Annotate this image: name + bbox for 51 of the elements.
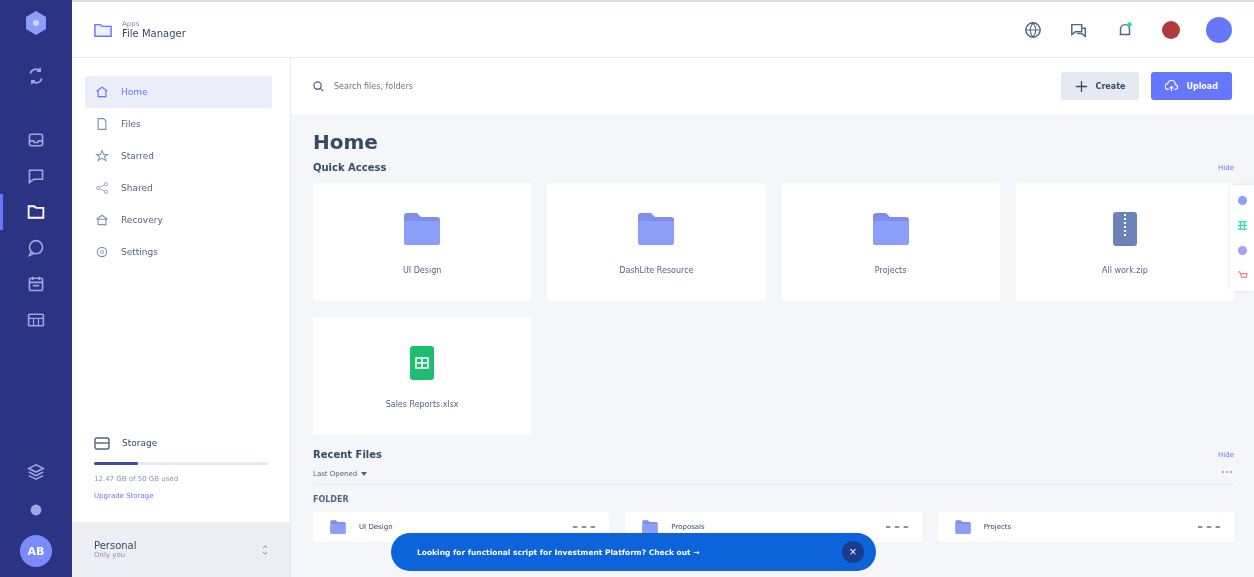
search-icon	[313, 80, 324, 92]
create-button[interactable]: Create	[1060, 72, 1140, 100]
sidebar-item[interactable]: Shared	[85, 172, 272, 204]
user-avatar[interactable]	[1206, 16, 1232, 43]
search-field[interactable]: Search files, folders	[332, 80, 536, 92]
close-button[interactable]: ×	[842, 541, 864, 563]
plus-icon	[1074, 79, 1088, 93]
file-name: UI Design	[402, 265, 442, 275]
caret-icon[interactable]	[361, 472, 368, 476]
share-icon	[95, 181, 109, 195]
logo-icon[interactable]	[24, 10, 48, 36]
section-title: Recent Files	[313, 449, 382, 460]
storage-label: Storage	[122, 438, 158, 448]
sidebar-item-label: Home	[121, 87, 148, 97]
workspace-name: Personal	[94, 540, 138, 551]
sidebar-item[interactable]: Recovery	[85, 204, 272, 236]
upload-button[interactable]: Upload	[1151, 72, 1232, 100]
section-label: FOLDER	[313, 495, 350, 504]
cart-icon[interactable]	[1236, 270, 1248, 281]
sidebar-item[interactable]: Home	[85, 76, 272, 108]
folder-icon	[94, 21, 112, 38]
recovery-icon	[95, 213, 109, 227]
file-name: Projects	[874, 265, 907, 275]
updown-icon	[262, 543, 268, 556]
folder-icon	[327, 519, 349, 535]
layers-icon[interactable]	[27, 463, 45, 481]
sidebar-item-label: Shared	[121, 183, 153, 193]
file-card[interactable]: Sales Reports.xlsx	[313, 317, 532, 435]
sidebar-item-label: Recovery	[121, 215, 163, 225]
sidebar-item[interactable]: Files	[85, 108, 272, 140]
file-name: DashLite Resource	[619, 265, 694, 275]
file-card[interactable]: All work.zip	[1015, 183, 1234, 301]
globe-icon[interactable]	[1024, 20, 1042, 39]
sidebar-item-label: Settings	[121, 247, 158, 257]
star-icon	[95, 149, 109, 163]
storage-icon	[94, 436, 110, 450]
sidebar-item-label: Starred	[121, 151, 155, 161]
file-card[interactable]: Projects	[781, 183, 1000, 301]
page-title: Home	[313, 130, 379, 154]
cloud-upload-icon	[1165, 79, 1179, 93]
sidebar-item-label: Files	[121, 119, 141, 129]
file-name: All work.zip	[1101, 265, 1148, 275]
file-card[interactable]: UI Design	[313, 183, 532, 301]
section-title: Quick Access	[313, 162, 387, 173]
files-icon	[95, 117, 109, 131]
file-card[interactable]: DashLite Resource	[547, 183, 766, 301]
app-title: File Manager	[122, 28, 186, 39]
home-icon	[95, 85, 109, 99]
sidebar-item[interactable]: Settings	[85, 236, 272, 268]
file-name: Sales Reports.xlsx	[385, 399, 459, 409]
sidebar-item[interactable]: Starred	[85, 140, 272, 172]
